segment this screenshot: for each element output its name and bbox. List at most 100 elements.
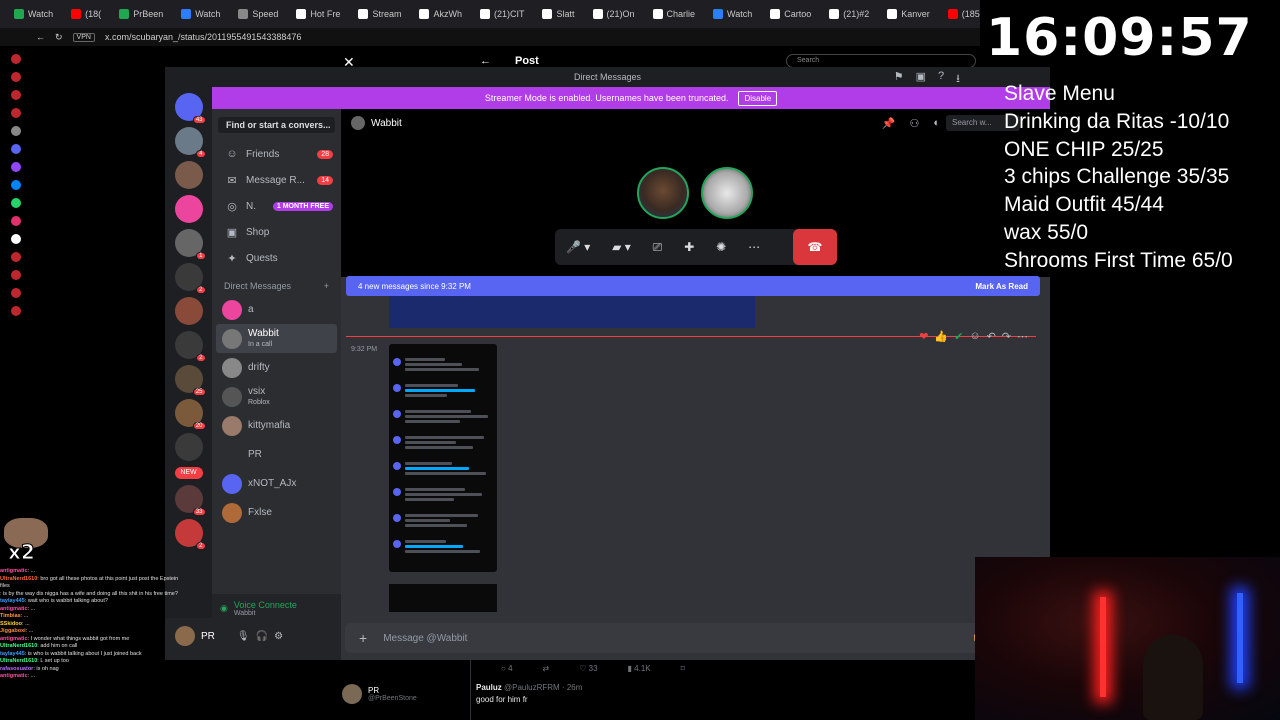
sidebar-app-icon[interactable] <box>11 216 21 226</box>
find-conversation-input[interactable]: Find or start a convers... <box>218 117 335 133</box>
more-icon[interactable]: ⋯ <box>748 240 760 254</box>
server-icon[interactable] <box>174 297 203 325</box>
sidebar-app-icon[interactable] <box>11 252 21 262</box>
mic-icon[interactable]: 🎤 ▾ <box>566 240 590 254</box>
browser-tab[interactable]: Speed <box>230 3 286 25</box>
browser-tab[interactable]: Watch <box>173 3 228 25</box>
screenshare-icon[interactable]: ⎚ <box>653 240 663 255</box>
twitter-profile[interactable]: PR @PrBeenStone <box>342 684 417 704</box>
hangup-button[interactable]: ☎ <box>793 229 837 265</box>
browser-tab[interactable]: Charlie <box>645 3 704 25</box>
soundboard-icon[interactable]: ✺ <box>716 240 726 254</box>
dm-item[interactable]: drifty <box>212 353 341 382</box>
dm-item[interactable]: kittymafia <box>212 411 341 440</box>
profile-icon[interactable]: ◐ <box>933 117 940 130</box>
sidebar-app-icon[interactable] <box>11 90 21 100</box>
sidebar-app-icon[interactable] <box>11 126 21 136</box>
camera-icon[interactable]: ▰ ▾ <box>612 240 631 254</box>
headset-icon[interactable]: 🎧 <box>256 631 268 642</box>
browser-tab[interactable]: (21)On <box>585 3 643 25</box>
mark-as-read-button[interactable]: Mark As Read <box>975 282 1028 291</box>
discord-home-icon[interactable]: 43 <box>174 93 206 124</box>
server-icon[interactable]: 2 <box>174 263 206 294</box>
back-icon[interactable]: ← <box>36 32 45 42</box>
url-text[interactable]: x.com/scubaryan_/status/2011955491543388… <box>105 32 301 42</box>
browser-tab[interactable]: Slatt <box>534 3 582 25</box>
image-attachment[interactable] <box>389 344 497 572</box>
browser-tab[interactable]: Watch <box>6 3 61 25</box>
nav-item-quests[interactable]: ✦ Quests <box>212 245 341 271</box>
add-friend-icon[interactable]: ⚇ <box>909 117 919 130</box>
reply-icon[interactable]: ↶ <box>987 330 996 343</box>
browser-tab[interactable]: (21)CIT <box>472 3 533 25</box>
browser-tab[interactable]: Hot Fre <box>288 3 348 25</box>
server-icon[interactable]: 4 <box>174 127 206 158</box>
server-icon[interactable] <box>174 195 203 223</box>
activities-icon[interactable]: ✚ <box>684 240 694 254</box>
mic-icon[interactable]: 🎙 <box>237 631 250 642</box>
sidebar-app-icon[interactable] <box>11 72 21 82</box>
dm-item[interactable]: Fxlse <box>212 498 341 527</box>
x-search-input[interactable]: Search <box>786 54 976 68</box>
nav-item-friends[interactable]: ☺ Friends 28 <box>212 141 341 167</box>
voice-status[interactable]: Voice Connecte <box>234 600 297 610</box>
check-reaction-icon[interactable]: ✔ <box>954 330 963 343</box>
new-messages-bar[interactable]: 4 new messages since 9:32 PM Mark As Rea… <box>346 276 1040 296</box>
like-icon[interactable]: ♡ 33 <box>579 664 597 673</box>
sidebar-app-icon[interactable] <box>11 162 21 172</box>
settings-gear-icon[interactable]: ⚙ <box>274 631 283 642</box>
avatar[interactable] <box>342 684 362 704</box>
browser-tab[interactable]: Kanver <box>879 3 938 25</box>
browser-tab[interactable]: (21)#2 <box>821 3 877 25</box>
browser-tab[interactable]: Cartoo <box>762 3 819 25</box>
views-icon[interactable]: ▮ 4.1K <box>628 664 651 673</box>
bookmark-icon[interactable]: ⌑ <box>681 664 685 673</box>
user-name[interactable]: PR <box>201 631 215 642</box>
upload-icon[interactable]: + <box>359 630 367 646</box>
sidebar-app-icon[interactable] <box>11 54 21 64</box>
pin-icon[interactable]: 📌 <box>882 117 896 130</box>
call-participant-avatar[interactable] <box>637 167 689 219</box>
vpn-badge[interactable]: VPN <box>72 32 95 42</box>
server-icon[interactable]: 33 <box>174 485 206 516</box>
voice-channel[interactable]: Wabbit <box>234 610 297 617</box>
sidebar-app-icon[interactable] <box>11 108 21 118</box>
browser-tab[interactable]: (18( <box>63 3 109 25</box>
add-reaction-icon[interactable]: ☺ <box>969 330 980 343</box>
sidebar-app-icon[interactable] <box>11 270 21 280</box>
more-icon[interactable]: ⋯ <box>1017 330 1028 343</box>
dm-item[interactable]: vsix Roblox <box>212 382 341 411</box>
add-dm-icon[interactable]: + <box>324 281 329 291</box>
dm-item[interactable]: Wabbit In a call <box>216 324 337 353</box>
nav-item-message-r[interactable]: ✉ Message R... 14 <box>212 167 341 193</box>
server-icon[interactable]: 1 <box>174 229 206 260</box>
sidebar-app-icon[interactable] <box>11 288 21 298</box>
sidebar-app-icon[interactable] <box>11 306 21 316</box>
heart-reaction-icon[interactable]: ❤ <box>919 330 928 343</box>
browser-tab[interactable]: Watch <box>705 3 760 25</box>
server-icon[interactable] <box>174 161 203 189</box>
sidebar-app-icon[interactable] <box>11 234 21 244</box>
message-input[interactable]: Message @Wabbit <box>383 633 467 644</box>
server-icon[interactable]: 20 <box>174 399 206 430</box>
tweet[interactable]: Pauluz @PauluzRFRM · 26m good for him fr <box>476 682 582 706</box>
retweet-icon[interactable]: ⇄ <box>543 664 550 673</box>
phone-hangup-icon[interactable]: ☎ <box>808 240 823 254</box>
dm-item[interactable]: a <box>212 295 341 324</box>
sidebar-app-icon[interactable] <box>11 144 21 154</box>
image-attachment[interactable] <box>389 296 755 328</box>
nav-item-shop[interactable]: ▣ Shop <box>212 219 341 245</box>
nav-item-n[interactable]: ◎ N. 1 MONTH FREE <box>212 193 341 219</box>
address-bar[interactable]: ← ↻ VPN x.com/scubaryan_/status/20119554… <box>0 28 980 46</box>
reply-icon[interactable]: ○ 4 <box>501 664 513 673</box>
browser-tab[interactable]: AkzWh <box>411 3 470 25</box>
call-participant-avatar[interactable] <box>701 167 753 219</box>
server-icon[interactable]: 2 <box>174 331 206 362</box>
reload-icon[interactable]: ↻ <box>55 32 63 43</box>
dm-item[interactable]: PR <box>212 440 341 469</box>
sidebar-app-icon[interactable] <box>11 198 21 208</box>
image-attachment[interactable] <box>389 584 497 612</box>
dm-item[interactable]: xNOT_AJx <box>212 469 341 498</box>
browser-tab[interactable]: Stream <box>350 3 409 25</box>
server-icon[interactable]: 2 <box>174 519 206 550</box>
